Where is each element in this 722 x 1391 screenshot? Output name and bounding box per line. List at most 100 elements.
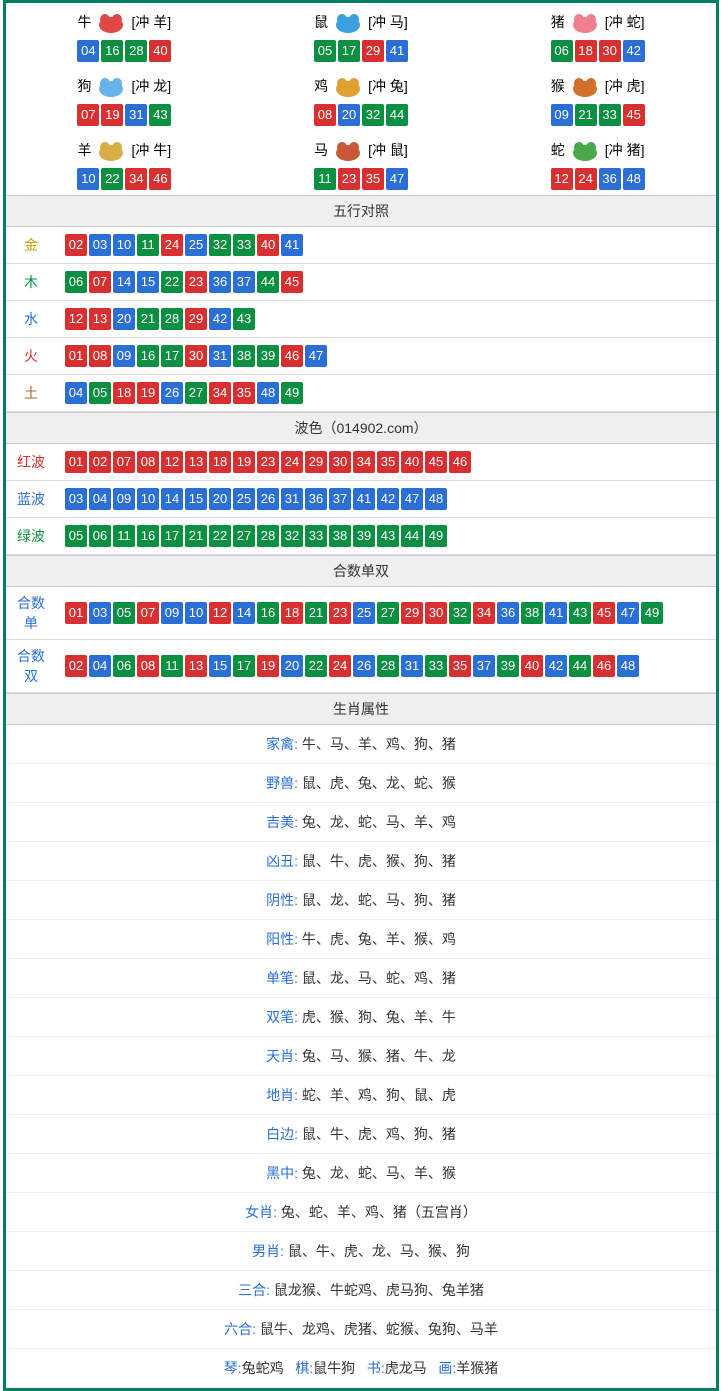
zodiac-clash: [冲 兔] xyxy=(368,76,408,96)
number-ball: 41 xyxy=(386,40,408,62)
number-ball: 07 xyxy=(77,104,99,126)
attr-label: 白边: xyxy=(266,1126,298,1142)
zodiac-name: 马 xyxy=(314,140,328,160)
zodiac-clash: [冲 马] xyxy=(368,12,408,32)
attr-value: 鼠、虎、兔、龙、蛇、猴 xyxy=(302,775,456,791)
attr-value: 羊猴猪 xyxy=(456,1360,498,1376)
number-ball: 45 xyxy=(281,271,303,293)
zodiac-cell: 猴[冲 虎]09213345 xyxy=(479,67,716,131)
section-header-wuxing: 五行对照 xyxy=(6,195,716,227)
number-ball: 21 xyxy=(305,602,327,624)
number-ball: 10 xyxy=(113,234,135,256)
number-ball: 25 xyxy=(353,602,375,624)
row-numbers: 0204060811131517192022242628313335373940… xyxy=(56,640,716,693)
number-ball: 34 xyxy=(353,451,375,473)
number-ball: 37 xyxy=(233,271,255,293)
number-ball: 13 xyxy=(185,451,207,473)
number-ball: 24 xyxy=(329,655,351,677)
row-label: 土 xyxy=(6,375,56,412)
number-ball: 20 xyxy=(209,488,231,510)
rat-icon xyxy=(330,9,366,35)
number-ball: 19 xyxy=(101,104,123,126)
attr-value: 鼠牛狗 xyxy=(313,1360,355,1376)
attr-row: 野兽: 鼠、虎、兔、龙、蛇、猴 xyxy=(6,764,716,803)
number-ball: 42 xyxy=(623,40,645,62)
number-ball: 49 xyxy=(641,602,663,624)
number-ball: 48 xyxy=(617,655,639,677)
attr-label: 地肖: xyxy=(266,1087,298,1103)
section-header-bose: 波色（014902.com） xyxy=(6,412,716,444)
attr-value: 兔蛇鸡 xyxy=(242,1360,284,1376)
attr-value: 鼠龙猴、牛蛇鸡、虎马狗、兔羊猪 xyxy=(274,1282,484,1298)
attr-label: 三合: xyxy=(238,1282,270,1298)
number-ball: 13 xyxy=(185,655,207,677)
number-ball: 46 xyxy=(281,345,303,367)
number-ball: 02 xyxy=(89,451,111,473)
attr-row: 白边: 鼠、牛、虎、鸡、狗、猪 xyxy=(6,1115,716,1154)
number-ball: 29 xyxy=(305,451,327,473)
dog-icon xyxy=(93,73,129,99)
number-ball: 17 xyxy=(233,655,255,677)
number-ball: 49 xyxy=(425,525,447,547)
zodiac-numbers: 05172941 xyxy=(243,39,480,63)
attr-row: 阳性: 牛、虎、兔、羊、猴、鸡 xyxy=(6,920,716,959)
table-row: 绿波05061116172122272832333839434449 xyxy=(6,518,716,555)
number-ball: 30 xyxy=(599,40,621,62)
table-row: 合数单0103050709101214161821232527293032343… xyxy=(6,587,716,640)
zodiac-clash: [冲 鼠] xyxy=(368,140,408,160)
number-ball: 44 xyxy=(386,104,408,126)
number-ball: 17 xyxy=(338,40,360,62)
attr-row: 六合: 鼠牛、龙鸡、虎猪、蛇猴、兔狗、马羊 xyxy=(6,1310,716,1349)
number-ball: 09 xyxy=(113,488,135,510)
number-ball: 35 xyxy=(233,382,255,404)
number-ball: 27 xyxy=(377,602,399,624)
attr-row: 天肖: 兔、马、猴、猪、牛、龙 xyxy=(6,1037,716,1076)
number-ball: 07 xyxy=(137,602,159,624)
number-ball: 03 xyxy=(89,234,111,256)
number-ball: 05 xyxy=(113,602,135,624)
table-row: 土04051819262734354849 xyxy=(6,375,716,412)
number-ball: 24 xyxy=(281,451,303,473)
number-ball: 36 xyxy=(209,271,231,293)
number-ball: 39 xyxy=(257,345,279,367)
table-row: 木06071415222336374445 xyxy=(6,264,716,301)
number-ball: 14 xyxy=(161,488,183,510)
number-ball: 06 xyxy=(65,271,87,293)
number-ball: 42 xyxy=(209,308,231,330)
attr-row: 家禽: 牛、马、羊、鸡、狗、猪 xyxy=(6,725,716,764)
row-label: 合数单 xyxy=(6,587,56,640)
row-numbers: 03040910141520252631363741424748 xyxy=(56,481,716,518)
attr-row: 双笔: 虎、猴、狗、兔、羊、牛 xyxy=(6,998,716,1037)
zodiac-name: 羊 xyxy=(77,140,91,160)
zodiac-name: 牛 xyxy=(77,12,91,32)
number-ball: 20 xyxy=(281,655,303,677)
row-numbers: 0103050709101214161821232527293032343638… xyxy=(56,587,716,640)
attr-label: 阳性: xyxy=(266,931,298,947)
number-ball: 30 xyxy=(425,602,447,624)
number-ball: 07 xyxy=(113,451,135,473)
table-row: 水1213202128294243 xyxy=(6,301,716,338)
attr-label: 吉美: xyxy=(266,814,298,830)
zodiac-grid: 牛[冲 羊]04162840鼠[冲 马]05172941猪[冲 蛇]061830… xyxy=(6,3,716,195)
number-ball: 24 xyxy=(575,168,597,190)
number-ball: 28 xyxy=(161,308,183,330)
row-numbers: 06071415222336374445 xyxy=(56,264,716,301)
attr-value: 鼠、牛、虎、猴、狗、猪 xyxy=(302,853,456,869)
number-ball: 04 xyxy=(89,488,111,510)
number-ball: 16 xyxy=(101,40,123,62)
zodiac-name: 鸡 xyxy=(314,76,328,96)
number-ball: 08 xyxy=(137,655,159,677)
attr-row: 女肖: 兔、蛇、羊、鸡、猪（五宫肖） xyxy=(6,1193,716,1232)
number-ball: 15 xyxy=(137,271,159,293)
number-ball: 08 xyxy=(137,451,159,473)
number-ball: 38 xyxy=(329,525,351,547)
zodiac-name: 狗 xyxy=(77,76,91,96)
number-ball: 30 xyxy=(185,345,207,367)
row-numbers: 02031011242532334041 xyxy=(56,227,716,264)
attr-row: 黑中: 兔、龙、蛇、马、羊、猴 xyxy=(6,1154,716,1193)
number-ball: 39 xyxy=(497,655,519,677)
attr-value: 兔、蛇、羊、鸡、猪（五宫肖） xyxy=(281,1204,477,1220)
table-row: 红波0102070812131819232429303435404546 xyxy=(6,444,716,481)
attr-row: 地肖: 蛇、羊、鸡、狗、鼠、虎 xyxy=(6,1076,716,1115)
number-ball: 05 xyxy=(89,382,111,404)
